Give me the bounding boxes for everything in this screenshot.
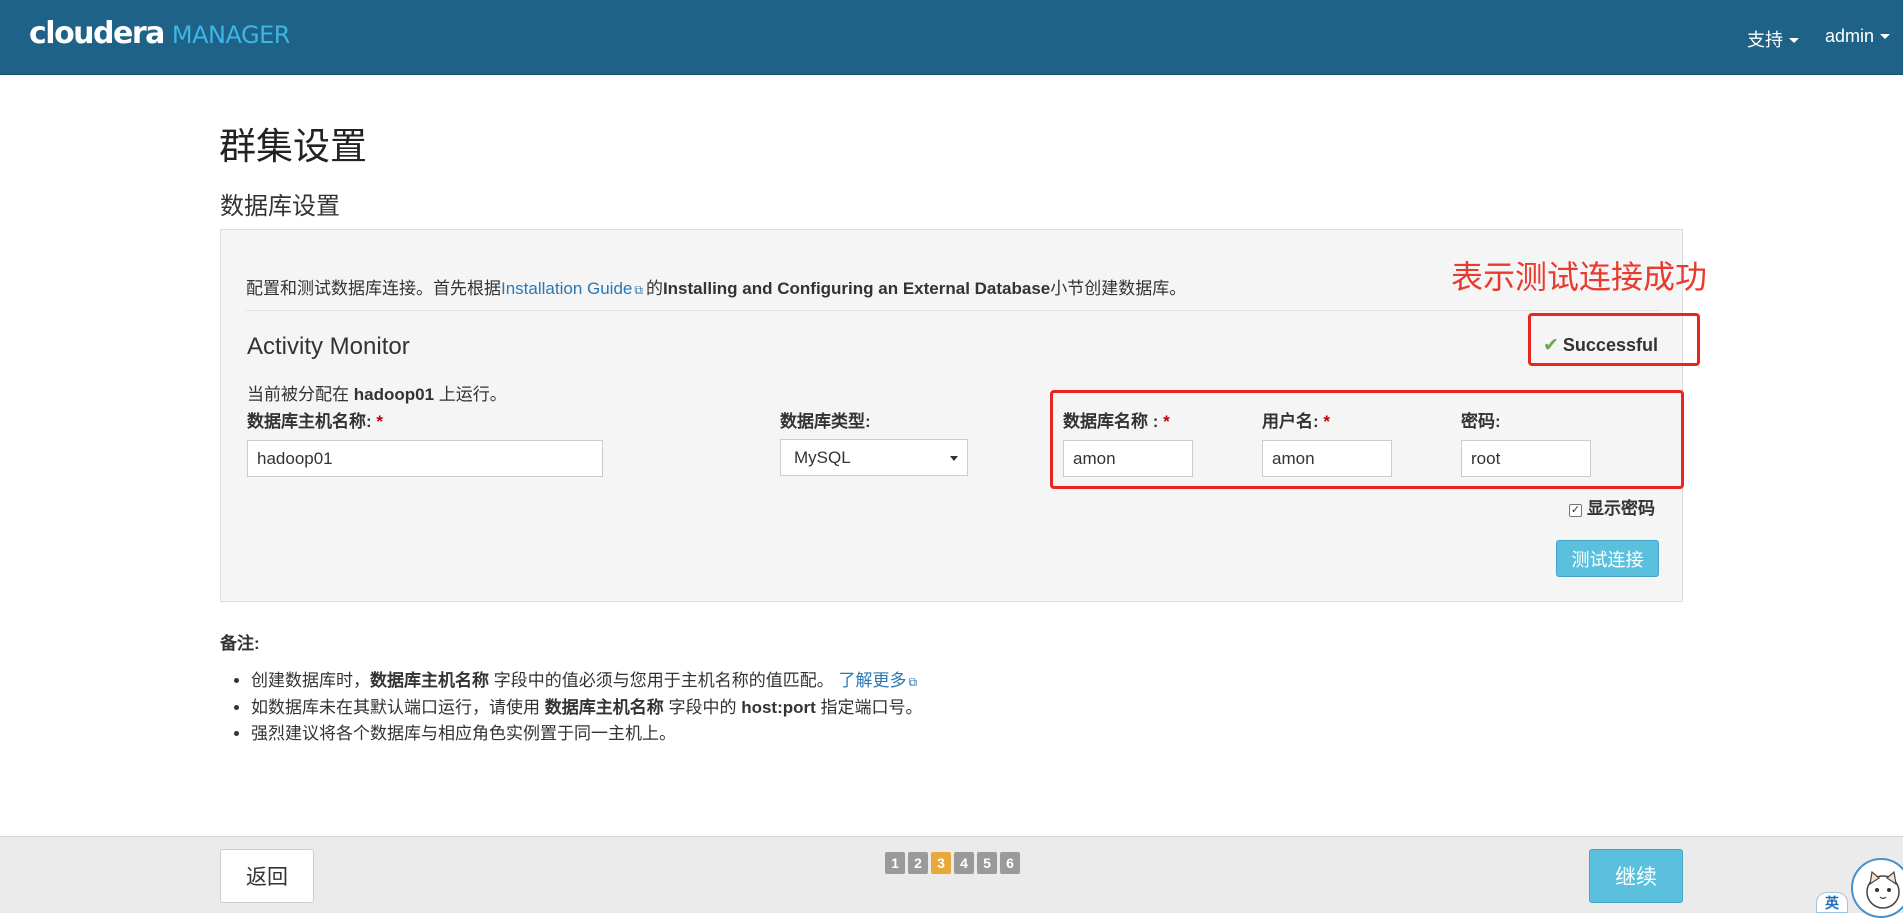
support-menu-label: 支持 xyxy=(1747,30,1783,50)
cloudera-manager-logo[interactable]: cloudera MANAGER xyxy=(29,16,290,56)
show-password-label: 显示密码 xyxy=(1587,499,1655,518)
back-button[interactable]: 返回 xyxy=(220,849,314,903)
divider xyxy=(246,310,1660,311)
list-item: 强烈建议将各个数据库与相应角色实例置于同一主机上。 xyxy=(251,721,923,747)
notes-title: 备注: xyxy=(220,634,260,653)
note1-bold: 数据库主机名称 xyxy=(370,671,489,690)
cat-mascot-icon[interactable] xyxy=(1851,858,1903,918)
annotation-text: 表示测试连接成功 xyxy=(1451,259,1708,295)
db-type-label: 数据库类型: xyxy=(780,412,871,431)
learn-more-link[interactable]: 了解更多 ⧉ xyxy=(838,671,920,690)
learn-more-label: 了解更多 xyxy=(838,671,907,690)
ime-language-indicator[interactable]: 英 xyxy=(1816,892,1848,913)
chevron-down-icon xyxy=(1880,34,1891,39)
list-item: 如数据库未在其默认端口运行，请使用 数据库主机名称 字段中的 host:port… xyxy=(251,695,923,721)
step-6[interactable]: 6 xyxy=(1000,852,1020,874)
continue-button[interactable]: 继续 xyxy=(1589,849,1683,903)
step-2[interactable]: 2 xyxy=(908,852,928,874)
note2-mid: 字段中的 xyxy=(668,698,737,717)
note2-prefix: 如数据库未在其默认端口运行，请使用 xyxy=(251,698,540,717)
intro-prefix: 配置和测试数据库连接。首先根据 xyxy=(246,279,501,298)
external-link-icon: ⧉ xyxy=(908,675,918,689)
top-navbar: cloudera MANAGER 支持 admin xyxy=(0,0,1903,75)
db-type-select[interactable]: MySQL xyxy=(780,439,968,476)
notes-list: 创建数据库时，数据库主机名称 字段中的值必须与您用于主机名称的值匹配。 了解更多… xyxy=(232,668,923,747)
note2-bold1: 数据库主机名称 xyxy=(544,698,664,717)
installation-guide-link[interactable]: Installation Guide ⧉ xyxy=(501,279,646,298)
cat-face-icon xyxy=(1866,870,1900,909)
intro-mid: 的 xyxy=(645,279,663,298)
intro-bold: Installing and Configuring an External D… xyxy=(662,279,1051,298)
intro-text: 配置和测试数据库连接。首先根据Installation Guide ⧉ 的Insta… xyxy=(246,274,1186,299)
note1-prefix: 创建数据库时， xyxy=(251,671,370,690)
dropdown-arrow-icon xyxy=(950,456,958,461)
intro-suffix: 小节创建数据库。 xyxy=(1050,279,1187,298)
wizard-steps: 1 2 3 4 5 6 xyxy=(885,852,1020,874)
show-password-checkbox[interactable]: ✓ xyxy=(1569,504,1582,517)
db-type-value: MySQL xyxy=(794,448,851,467)
annotation-box-fields xyxy=(1050,390,1684,489)
chevron-down-icon xyxy=(1789,38,1799,43)
user-menu-label: admin xyxy=(1825,26,1875,46)
assigned-prefix: 当前被分配在 xyxy=(247,385,349,404)
list-item: 创建数据库时，数据库主机名称 字段中的值必须与您用于主机名称的值匹配。 了解更多… xyxy=(251,668,923,695)
external-link-icon: ⧉ xyxy=(634,283,643,297)
db-host-label-text: 数据库主机名称: xyxy=(247,412,372,431)
db-host-label: 数据库主机名称: * xyxy=(247,407,383,432)
page-title: 群集设置 xyxy=(219,126,367,167)
note2-bold2: host:port xyxy=(741,698,816,717)
step-3-active[interactable]: 3 xyxy=(931,852,951,874)
step-5[interactable]: 5 xyxy=(977,852,997,874)
test-connection-button[interactable]: 测试连接 xyxy=(1556,540,1659,577)
logo-sub-text: MANAGER xyxy=(171,21,291,49)
assigned-host: hadoop01 xyxy=(353,385,435,404)
required-mark: * xyxy=(376,412,384,431)
installation-guide-link-label: Installation Guide xyxy=(501,279,633,298)
user-menu[interactable]: admin xyxy=(1825,26,1891,47)
logo-main-text: cloudera xyxy=(29,16,165,51)
assigned-host-text: 当前被分配在 hadoop01 上运行。 xyxy=(247,380,507,405)
wizard-footer: 返回 1 2 3 4 5 6 继续 xyxy=(0,836,1903,913)
support-menu[interactable]: 支持 xyxy=(1747,26,1799,52)
section-title: 数据库设置 xyxy=(220,193,340,220)
step-1[interactable]: 1 xyxy=(885,852,905,874)
assigned-suffix: 上运行。 xyxy=(438,385,507,404)
note1-suffix: 字段中的值必须与您用于主机名称的值匹配。 xyxy=(493,671,834,690)
service-title: Activity Monitor xyxy=(247,333,410,360)
step-4[interactable]: 4 xyxy=(954,852,974,874)
show-password-toggle[interactable]: ✓ 显示密码 xyxy=(1569,494,1655,519)
db-host-input[interactable] xyxy=(247,440,603,477)
note2-suffix: 指定端口号。 xyxy=(820,698,923,717)
annotation-box-status xyxy=(1528,313,1700,366)
